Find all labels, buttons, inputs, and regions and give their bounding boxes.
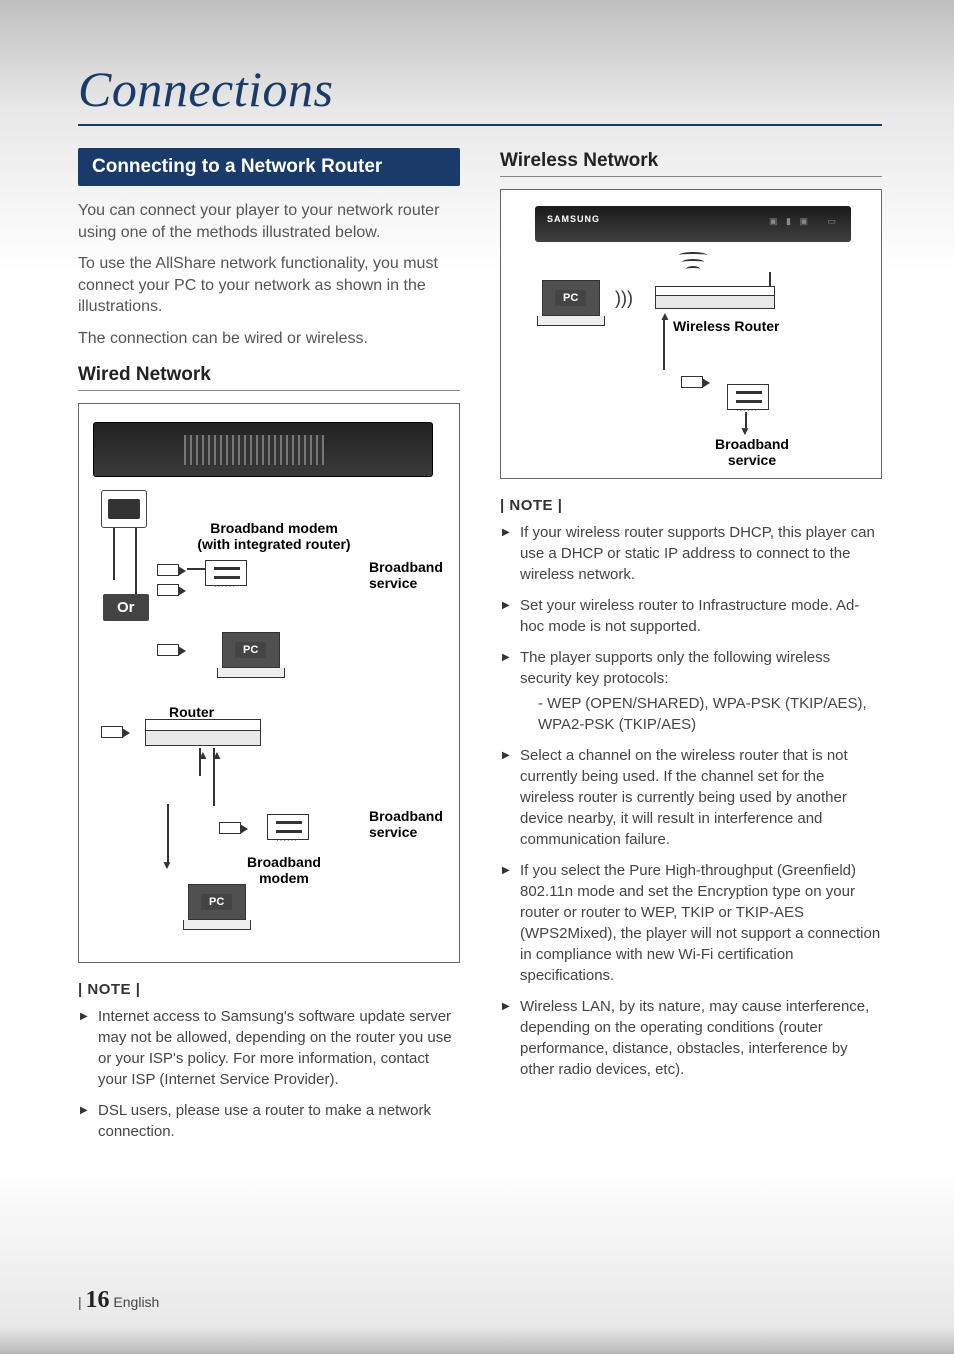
brand-label: SAMSUNG [547, 214, 600, 224]
bb-service-label-3: Broadband service [697, 436, 807, 468]
plug-icon [157, 644, 179, 659]
left-column: Connecting to a Network Router You can c… [78, 148, 460, 1152]
note-item: Wireless LAN, by its nature, may cause i… [502, 996, 882, 1080]
pc-badge: PC [235, 642, 266, 658]
note-item: Set your wireless router to Infrastructu… [502, 595, 882, 637]
bb-service-label-2: Broadband service [369, 808, 459, 840]
router-icon [145, 730, 261, 746]
note-item: Select a channel on the wireless router … [502, 745, 882, 850]
wireless-heading: Wireless Network [500, 150, 882, 177]
cable-line [167, 804, 169, 864]
wired-diagram: ······ Broadband modem (with integrated … [78, 403, 460, 963]
footer-bar: | [78, 1294, 82, 1310]
wireless-note-label: | NOTE | [500, 497, 882, 514]
page: Connections Connecting to a Network Rout… [0, 0, 954, 1354]
pc-badge-3: PC [555, 290, 586, 306]
note-item: DSL users, please use a router to make a… [80, 1100, 460, 1142]
cable-line [187, 568, 205, 570]
wireless-router-label: Wireless Router [673, 318, 779, 334]
cable-line [135, 528, 137, 604]
right-column: Wireless Network SAMSUNG ▣ ▮ ▣ ▭ PC ))) … [500, 148, 882, 1152]
player-device-icon [93, 422, 433, 477]
note-item: If your wireless router supports DHCP, t… [502, 522, 882, 585]
plug-icon [219, 822, 241, 837]
intro-paragraph-1: You can connect your player to your netw… [78, 200, 460, 243]
bb-modem-label: Broadband modem [229, 854, 339, 886]
wired-note-list: Internet access to Samsung's software up… [78, 1006, 460, 1142]
note-item: If you select the Pure High-throughput (… [502, 860, 882, 986]
wireless-diagram: SAMSUNG ▣ ▮ ▣ ▭ PC ))) Wireless Router ▲… [500, 189, 882, 479]
wireless-router-icon [655, 295, 775, 309]
page-footer: | 16 English [78, 1287, 159, 1314]
plug-icon [157, 584, 179, 599]
signal-icon: ))) [615, 288, 633, 309]
plug-icon [157, 564, 179, 579]
bb-service-label-1: Broadband service [369, 559, 459, 591]
wireless-note-list: If your wireless router supports DHCP, t… [500, 522, 882, 1080]
router-label: Router [169, 704, 214, 720]
arrow-up-icon: ▲ [197, 748, 209, 762]
note-item: Internet access to Samsung's software up… [80, 1006, 460, 1090]
player-indicator-icons: ▣ ▮ ▣ ▭ [769, 216, 839, 227]
title-bar: Connections [78, 60, 882, 126]
intro-paragraph-2: To use the AllShare network functionalit… [78, 253, 460, 318]
note-item-text: The player supports only the following w… [520, 649, 830, 687]
wall-icon: ······ [267, 814, 309, 843]
arrow-down-icon: ▼ [161, 858, 173, 872]
wired-heading: Wired Network [78, 364, 460, 391]
content-columns: Connecting to a Network Router You can c… [78, 148, 882, 1152]
player-device-icon: SAMSUNG ▣ ▮ ▣ ▭ [535, 206, 851, 242]
wired-note-label: | NOTE | [78, 981, 460, 998]
cable-line [663, 320, 665, 370]
port-icon [101, 490, 147, 528]
plug-icon [101, 726, 123, 741]
cable-line [113, 528, 115, 580]
pc-badge-2: PC [201, 894, 232, 910]
page-title: Connections [78, 60, 882, 118]
section-heading: Connecting to a Network Router [78, 148, 460, 186]
page-number: 16 [86, 1287, 110, 1313]
plug-icon [681, 376, 703, 391]
wall-icon: ······ [727, 384, 769, 413]
or-label: Or [103, 594, 149, 621]
note-item: The player supports only the following w… [502, 647, 882, 735]
wall-icon: ······ [205, 560, 247, 589]
bb-modem-integrated-label: Broadband modem (with integrated router) [179, 520, 369, 552]
footer-lang: English [113, 1294, 159, 1310]
note-sub-item: WEP (OPEN/SHARED), WPA-PSK (TKIP/AES), W… [520, 693, 882, 735]
wifi-icon [679, 252, 707, 273]
intro-paragraph-3: The connection can be wired or wireless. [78, 328, 460, 350]
arrow-up-icon: ▲ [211, 748, 223, 762]
